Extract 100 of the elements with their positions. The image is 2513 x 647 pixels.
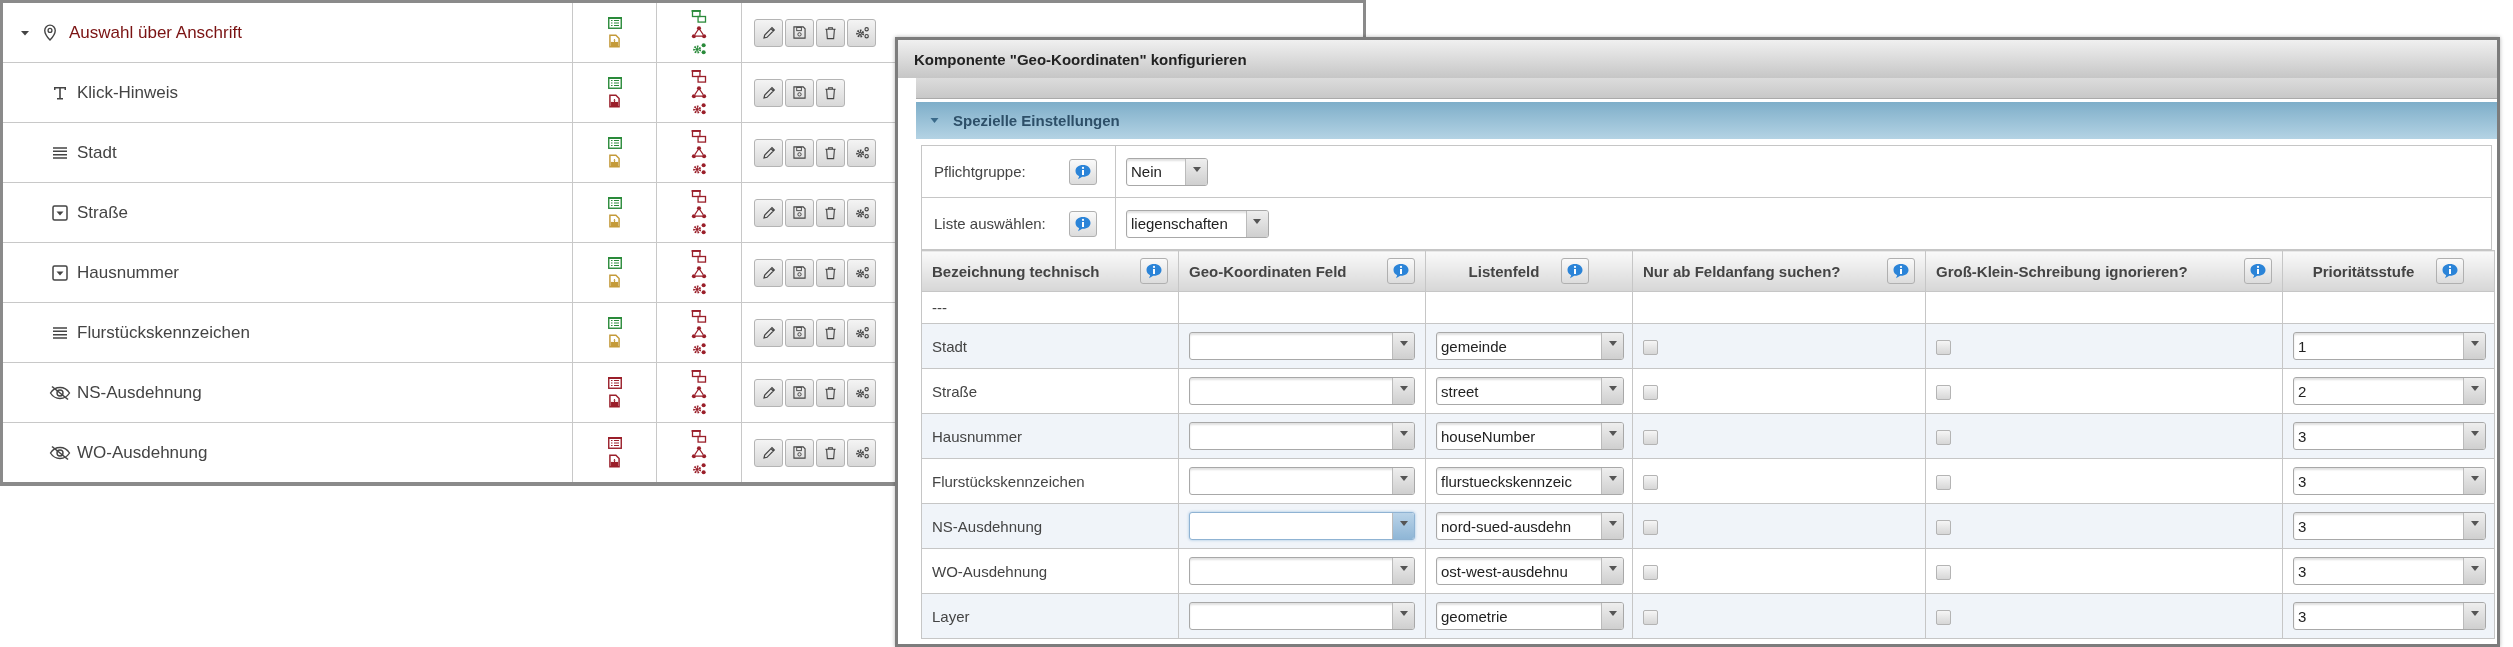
- info-button[interactable]: [1069, 158, 1097, 185]
- settings-button[interactable]: [847, 258, 876, 287]
- lines-icon: [52, 144, 68, 161]
- edit-button[interactable]: [754, 378, 783, 407]
- select-field[interactable]: street: [1436, 377, 1624, 405]
- settings-button[interactable]: [847, 18, 876, 47]
- save-button[interactable]: [785, 318, 814, 347]
- checkbox[interactable]: [1936, 519, 1951, 535]
- delete-button[interactable]: [816, 378, 845, 407]
- checkbox[interactable]: [1936, 474, 1951, 490]
- tree-item-label[interactable]: Straße: [77, 202, 129, 223]
- select-field[interactable]: 2: [2293, 377, 2486, 405]
- save-button[interactable]: [785, 198, 814, 227]
- info-button[interactable]: [1140, 258, 1168, 284]
- save-button[interactable]: [785, 78, 814, 107]
- save-button[interactable]: [785, 138, 814, 167]
- checkbox[interactable]: [1643, 429, 1658, 445]
- select-field[interactable]: [1189, 422, 1415, 450]
- checkbox[interactable]: [1643, 609, 1658, 625]
- select-field[interactable]: [1189, 377, 1415, 405]
- settings-button[interactable]: [847, 198, 876, 227]
- select-field[interactable]: 3: [2293, 512, 2486, 540]
- select-value: 3: [2297, 561, 2308, 582]
- info-button[interactable]: [1387, 258, 1415, 284]
- info-button[interactable]: [2436, 258, 2465, 284]
- select-field[interactable]: [1189, 602, 1415, 630]
- tree-item-label[interactable]: Stadt: [77, 142, 117, 163]
- settings-button[interactable]: [847, 318, 876, 347]
- delete-button[interactable]: [816, 78, 845, 107]
- edit-button[interactable]: [754, 78, 783, 107]
- checkbox[interactable]: [1643, 519, 1658, 535]
- pencil-icon: [761, 445, 776, 460]
- edit-button[interactable]: [754, 198, 783, 227]
- delete-button[interactable]: [816, 258, 845, 287]
- checkbox[interactable]: [1936, 609, 1951, 625]
- delete-button[interactable]: [816, 438, 845, 467]
- tree-item-label[interactable]: Flurstückskennzeichen: [77, 322, 250, 343]
- checkbox[interactable]: [1643, 384, 1658, 400]
- hidden-eye-icon: [49, 384, 71, 401]
- select-field[interactable]: liegenschaften: [1126, 209, 1269, 238]
- tree-item-label[interactable]: Auswahl über Anschrift: [69, 22, 242, 43]
- select-field[interactable]: [1189, 512, 1415, 540]
- info-bubble-icon: [1892, 263, 1910, 279]
- select-field[interactable]: 3: [2293, 422, 2486, 450]
- edit-button[interactable]: [754, 438, 783, 467]
- select-value: 3: [2297, 426, 2308, 447]
- checkbox[interactable]: [1643, 564, 1658, 580]
- delete-button[interactable]: [816, 138, 845, 167]
- section-header[interactable]: Spezielle Einstellungen: [916, 102, 2497, 139]
- pencil-icon: [761, 85, 776, 100]
- tree-item-label[interactable]: Hausnummer: [77, 262, 180, 283]
- delete-button[interactable]: [816, 198, 845, 227]
- checkbox[interactable]: [1936, 564, 1951, 580]
- save-button[interactable]: [785, 378, 814, 407]
- settings-button[interactable]: [847, 378, 876, 407]
- checkbox[interactable]: [1936, 384, 1951, 400]
- select-value: 3: [2297, 606, 2308, 627]
- info-button[interactable]: [1069, 210, 1097, 237]
- select-field[interactable]: geometrie: [1436, 602, 1624, 630]
- tree-item-label[interactable]: Klick-Hinweis: [77, 82, 179, 103]
- checkbox[interactable]: [1643, 474, 1658, 490]
- select-field[interactable]: houseNumber: [1436, 422, 1624, 450]
- save-button[interactable]: [785, 258, 814, 287]
- delete-button[interactable]: [816, 318, 845, 347]
- text-type-icon: [52, 84, 68, 101]
- select-field[interactable]: 3: [2293, 557, 2486, 585]
- select-field[interactable]: ost-west-ausdehnu: [1436, 557, 1624, 585]
- settings-button[interactable]: [847, 438, 876, 467]
- select-field[interactable]: 3: [2293, 602, 2486, 630]
- edit-button[interactable]: [754, 318, 783, 347]
- select-field[interactable]: [1189, 467, 1415, 495]
- select-field[interactable]: [1189, 557, 1415, 585]
- edit-button[interactable]: [754, 258, 783, 287]
- settings-button[interactable]: [847, 138, 876, 167]
- checkbox[interactable]: [1936, 429, 1951, 445]
- select-field[interactable]: nord-sued-ausdehn: [1436, 512, 1624, 540]
- info-button[interactable]: [1887, 258, 1915, 284]
- dropdown-box-icon: [52, 264, 68, 281]
- edit-button[interactable]: [754, 138, 783, 167]
- trash-icon: [824, 25, 837, 40]
- select-value: nord-sued-ausdehn: [1440, 516, 1573, 537]
- caret-down-icon[interactable]: [21, 28, 29, 37]
- delete-button[interactable]: [816, 18, 845, 47]
- checkbox[interactable]: [1936, 339, 1951, 355]
- caret-down-icon: [1192, 166, 1201, 172]
- info-bubble-icon: [1145, 263, 1163, 279]
- select-field[interactable]: [1189, 332, 1415, 360]
- select-field[interactable]: gemeinde: [1436, 332, 1624, 360]
- save-button[interactable]: [785, 438, 814, 467]
- tree-item-label[interactable]: WO-Ausdehnung: [77, 442, 208, 463]
- info-button[interactable]: [1561, 258, 1590, 284]
- checkbox[interactable]: [1643, 339, 1658, 355]
- save-button[interactable]: [785, 18, 814, 47]
- edit-button[interactable]: [754, 18, 783, 47]
- select-field[interactable]: flurstueckskennzeic: [1436, 467, 1624, 495]
- select-field[interactable]: 3: [2293, 467, 2486, 495]
- select-field[interactable]: 1: [2293, 332, 2486, 360]
- info-button[interactable]: [2244, 258, 2272, 284]
- select-field[interactable]: Nein: [1126, 157, 1208, 186]
- tree-item-label[interactable]: NS-Ausdehnung: [77, 382, 202, 403]
